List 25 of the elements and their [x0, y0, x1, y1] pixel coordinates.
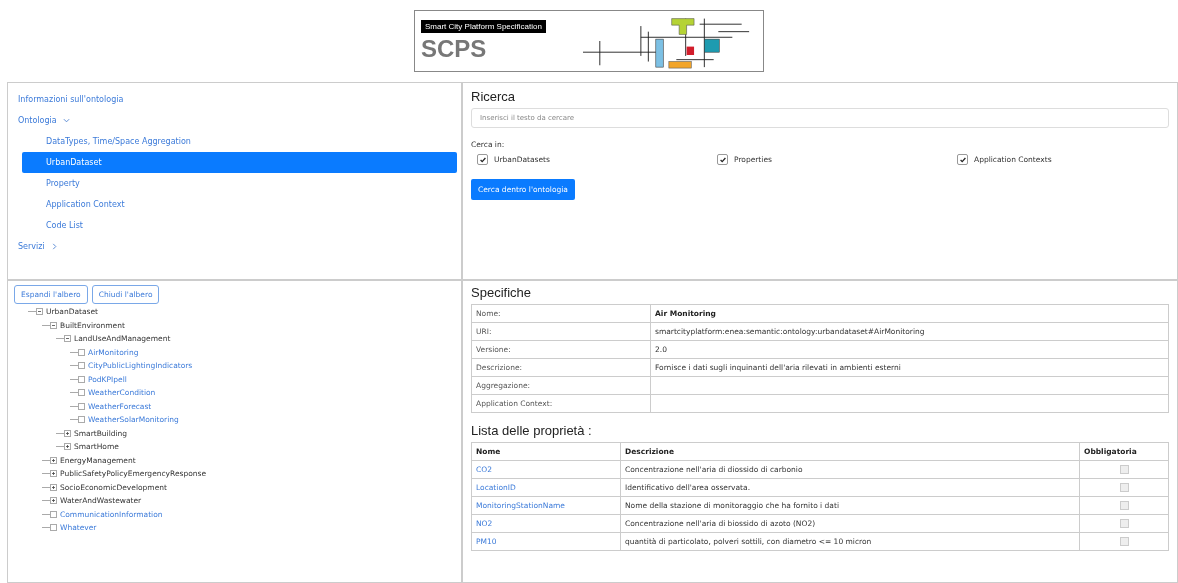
- checkbox[interactable]: [957, 154, 968, 165]
- menu-item[interactable]: Servizi: [12, 236, 457, 257]
- minus-box-icon[interactable]: [36, 308, 43, 316]
- menu-item[interactable]: UrbanDataset: [22, 152, 457, 173]
- logo-title: SCPS: [421, 34, 488, 63]
- plus-box-icon[interactable]: [50, 483, 57, 491]
- menu-item[interactable]: Informazioni sull'ontologia: [12, 89, 457, 110]
- menu-item[interactable]: Code List: [22, 215, 457, 236]
- section-title: Specifiche: [471, 285, 532, 300]
- plus-box-icon[interactable]: [64, 443, 71, 451]
- section-title: Ricerca: [471, 89, 517, 104]
- plus-box-icon[interactable]: [50, 497, 57, 505]
- menu-item[interactable]: Application Context: [22, 194, 457, 215]
- minus-box-icon[interactable]: [64, 335, 71, 343]
- menu-item[interactable]: Ontologia: [12, 110, 457, 131]
- plus-box-icon[interactable]: [50, 456, 57, 464]
- menu-item[interactable]: Property: [22, 173, 457, 194]
- minus-box-icon[interactable]: [50, 321, 57, 329]
- plus-box-icon[interactable]: [50, 470, 57, 478]
- logo-tagline: Smart City Platform Specification: [421, 19, 546, 33]
- checkbox[interactable]: [717, 154, 728, 165]
- checkbox[interactable]: [477, 154, 488, 165]
- menu-item[interactable]: DataTypes, Time/Space Aggregation: [22, 131, 457, 152]
- section-title: Lista delle proprietà :: [471, 423, 593, 438]
- plus-box-icon[interactable]: [64, 429, 71, 437]
